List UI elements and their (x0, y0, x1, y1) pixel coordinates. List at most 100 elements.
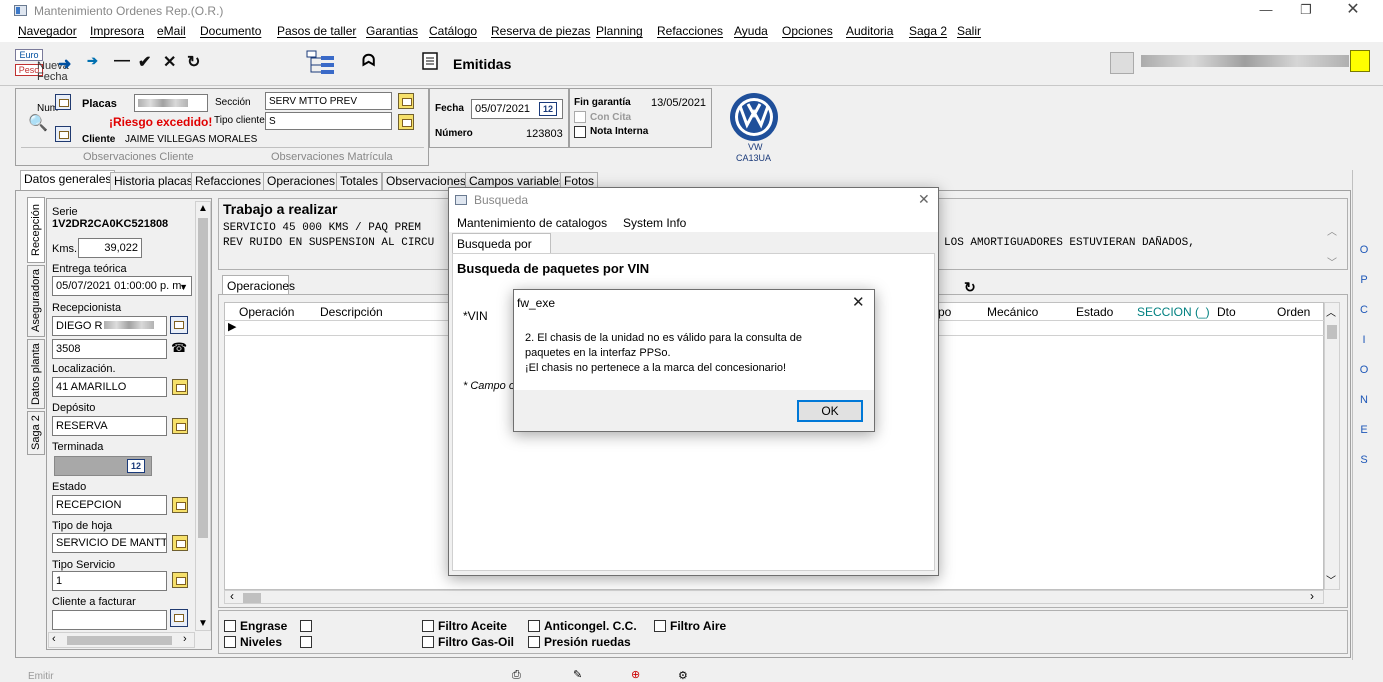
col-estado[interactable]: Estado (1076, 305, 1113, 319)
forward-arrow-icon[interactable]: ➔ (87, 53, 98, 69)
tab-busqueda-vin[interactable]: Busqueda por VIN (452, 233, 551, 265)
grid-refresh-icon[interactable]: ↻ (964, 279, 976, 296)
col-tipo[interactable]: po (938, 305, 951, 319)
grid-horizontal-scrollbar[interactable] (224, 590, 1324, 604)
filtro-aire-checkbox[interactable] (654, 620, 666, 632)
presion-ruedas-checkbox[interactable] (528, 636, 540, 648)
menu-planning[interactable]: Planning (596, 24, 643, 38)
engrase-extra-checkbox[interactable] (300, 620, 312, 632)
scroll-down-icon[interactable]: ▼ (198, 618, 208, 629)
terminada-calendar-icon[interactable]: 12 (127, 459, 145, 473)
restore-icon[interactable]: ❐ (1283, 0, 1329, 22)
estado-input[interactable]: RECEPCION (52, 495, 167, 515)
localizacion-input[interactable]: 41 AMARILLO (52, 377, 167, 397)
anticongel-checkbox[interactable] (528, 620, 540, 632)
menu-navegador[interactable]: Navegador (18, 24, 77, 38)
filtro-gasoil-checkbox[interactable] (422, 636, 434, 648)
grid-scroll-up-icon[interactable]: ︿ (1326, 304, 1336, 319)
pages-icon[interactable] (1110, 52, 1134, 74)
grid-vertical-scrollbar[interactable] (1324, 302, 1340, 590)
menu-impresora[interactable]: Impresora (90, 24, 144, 38)
cliente-transfer-icon[interactable] (55, 126, 71, 142)
ok-button[interactable]: OK (797, 400, 863, 422)
cliente-facturar-input[interactable] (52, 610, 167, 630)
check-icon[interactable]: ✔ (138, 52, 151, 72)
obs-matricula-button[interactable]: Observaciones Matrícula (271, 151, 393, 163)
calendar-icon[interactable]: 12 (539, 102, 557, 116)
target-icon[interactable]: ⊕ (631, 668, 640, 681)
close-icon[interactable]: ✕ (1330, 0, 1376, 22)
binoculars-icon[interactable]: ᗣ (362, 53, 375, 71)
col-descripcion[interactable]: Descripción (320, 305, 383, 319)
seccion-input[interactable]: SERV MTTO PREV (265, 92, 392, 110)
tipo-cliente-lookup-icon[interactable] (398, 114, 414, 130)
deposito-lookup-icon[interactable] (172, 418, 188, 434)
recepcionista-input[interactable]: DIEGO R (52, 316, 167, 336)
tab-operaciones[interactable]: Operaciones (263, 172, 340, 191)
tipo-hoja-lookup-icon[interactable] (172, 535, 188, 551)
trabajo-scroll-down-icon[interactable]: ﹀ (1327, 254, 1337, 269)
menu-documento[interactable]: Documento (200, 24, 261, 38)
tree-icon[interactable] (306, 50, 336, 76)
tab-operaciones-grid[interactable]: Operaciones (222, 275, 295, 295)
tool-icon[interactable]: ✎ (573, 668, 582, 681)
tab-datos-generales[interactable]: Datos generales (20, 170, 116, 191)
tipo-servicio-lookup-icon[interactable] (172, 572, 188, 588)
refresh-icon[interactable]: ↻ (187, 52, 200, 72)
menu-refacciones[interactable]: Refacciones (657, 24, 723, 38)
niveles-extra-checkbox[interactable] (300, 636, 312, 648)
obs-cliente-button[interactable]: Observaciones Cliente (83, 151, 194, 163)
recepcionista-code-input[interactable]: 3508 (52, 339, 167, 359)
tipo-servicio-input[interactable]: 1 (52, 571, 167, 591)
grid-scroll-left-icon[interactable]: ‹ (230, 589, 234, 603)
entrega-select[interactable]: 05/07/2021 01:00:00 p. m. ▼ (52, 276, 192, 296)
left-horizontal-scrollbar[interactable] (48, 632, 195, 648)
nota-interna-checkbox[interactable] (574, 126, 586, 138)
menu-system-info[interactable]: System Info (623, 216, 686, 230)
busqueda-close-icon[interactable]: ✕ (918, 191, 930, 208)
placas-input[interactable] (134, 94, 208, 112)
vtab-datos-planta[interactable]: Datos planta (27, 339, 45, 409)
col-operacion[interactable]: Operación (239, 305, 294, 319)
localizacion-lookup-icon[interactable] (172, 379, 188, 395)
col-dto[interactable]: Dto (1217, 305, 1236, 319)
menu-mantenimiento-catalogos[interactable]: Mantenimiento de catalogos (457, 216, 607, 230)
col-mecanico[interactable]: Mecánico (987, 305, 1038, 319)
menu-opciones[interactable]: Opciones (782, 24, 833, 38)
menu-reserva-piezas[interactable]: Reserva de piezas (491, 24, 590, 38)
tipo-cliente-input[interactable]: S (265, 112, 392, 130)
minus-icon[interactable]: — (114, 52, 130, 70)
zoom-icon[interactable]: 🔍 (28, 113, 48, 133)
estado-lookup-icon[interactable] (172, 497, 188, 513)
engrase-checkbox[interactable] (224, 620, 236, 632)
menu-catalogo[interactable]: Catálogo (429, 24, 477, 38)
msgbox-close-icon[interactable]: ✕ (852, 293, 865, 311)
opciones-sidebar[interactable]: O P C I O N E S (1352, 170, 1374, 660)
vtab-saga2[interactable]: Saga 2 (27, 411, 45, 455)
menu-email[interactable]: eMail (157, 24, 186, 38)
recepcionista-transfer-icon[interactable] (170, 316, 188, 334)
tab-totales[interactable]: Totales (336, 172, 383, 191)
con-cita-checkbox[interactable] (574, 111, 586, 123)
menu-auditoria[interactable]: Auditoria (846, 24, 893, 38)
menu-saga2[interactable]: Saga 2 (909, 24, 947, 38)
emitir-button[interactable]: Emitir (28, 671, 54, 682)
scroll-up-icon[interactable]: ▲ (198, 203, 208, 214)
niveles-checkbox[interactable] (224, 636, 236, 648)
scroll-right-icon[interactable]: › (183, 633, 187, 645)
vtab-recepcion[interactable]: Recepción (27, 197, 45, 263)
phone-icon[interactable]: ☎ (171, 340, 187, 356)
grid-scroll-down-icon[interactable]: ﹀ (1326, 572, 1336, 587)
scroll-left-icon[interactable]: ‹ (52, 633, 56, 645)
col-seccion[interactable]: SECCION (_) (1137, 305, 1210, 319)
grid-scroll-right-icon[interactable]: › (1310, 589, 1314, 603)
tipo-hoja-input[interactable]: SERVICIO DE MANTT (52, 533, 167, 553)
kms-input[interactable]: 39,022 (78, 238, 142, 258)
trabajo-scroll-up-icon[interactable]: ︿ (1327, 223, 1337, 238)
left-vertical-scrollbar[interactable] (195, 201, 211, 631)
col-orden[interactable]: Orden (1277, 305, 1310, 319)
cancel-icon[interactable]: ✕ (163, 52, 176, 72)
print-icon[interactable]: ⎙ (512, 669, 521, 682)
tab-refacciones[interactable]: Refacciones (191, 172, 266, 191)
gear-icon[interactable]: ⚙ (678, 669, 688, 682)
